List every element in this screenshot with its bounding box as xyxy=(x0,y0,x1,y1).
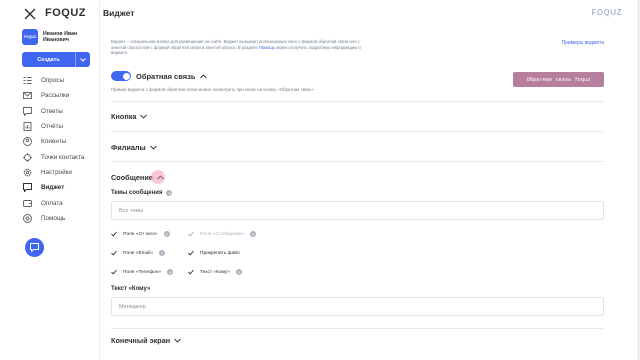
section-message-title: Сообщение xyxy=(111,173,153,182)
to-text-input[interactable]: Менеджер xyxy=(111,297,604,316)
sidebar-item-payment[interactable]: Оплата xyxy=(23,195,84,210)
sidebar-nav: Опросы Рассылки Ответы Отчёты Клиенты То… xyxy=(23,73,84,226)
create-button[interactable]: Создать xyxy=(22,52,90,67)
chevron-down-icon xyxy=(149,145,157,150)
section-divider xyxy=(111,161,604,162)
chevron-down-icon[interactable] xyxy=(75,52,90,67)
support-chat-button[interactable] xyxy=(25,238,44,257)
check-icon xyxy=(111,250,117,256)
feedback-toggle-row: Обратная связь xyxy=(111,71,208,81)
mouse-cursor-highlight xyxy=(151,170,165,184)
info-icon[interactable]: ? xyxy=(236,269,243,275)
chevron-down-icon xyxy=(174,338,182,343)
section-branches-title: Филиалы xyxy=(111,143,146,152)
info-icon[interactable]: ? xyxy=(166,190,173,196)
list-icon xyxy=(23,76,32,85)
sidebar-item-label: Клиенты xyxy=(41,138,67,146)
checkbox-attach-file[interactable]: Прикрепить файл xyxy=(188,250,240,256)
info-icon[interactable]: ? xyxy=(250,231,257,237)
section-end-screen-title: Конечный экран xyxy=(111,336,171,345)
users-icon xyxy=(23,137,32,147)
topics-label: Темы сообщения ? xyxy=(111,190,173,196)
sidebar-item-clients[interactable]: Клиенты xyxy=(23,134,84,149)
sidebar-item-label: Виджет xyxy=(41,184,65,192)
chat-bubble-icon xyxy=(30,243,39,252)
gear-icon xyxy=(23,168,32,177)
sidebar-item-widget[interactable]: Виджет xyxy=(23,180,84,195)
app-root: FOQUZ FOQUZ Иванов Иван Иванович Создать… xyxy=(0,0,640,360)
topics-label-text: Темы сообщения xyxy=(111,190,163,196)
brand-logo: FOQUZ xyxy=(591,8,622,17)
sidebar-item-help[interactable]: Помощь xyxy=(23,211,84,226)
checkbox-label: Поле «Email» xyxy=(123,250,154,256)
info-icon[interactable]: ? xyxy=(163,231,170,237)
logo: FOQUZ xyxy=(45,7,86,19)
info-icon[interactable]: ? xyxy=(167,269,174,275)
sidebar-item-label: Ответы xyxy=(41,107,63,115)
check-icon xyxy=(111,231,117,237)
sidebar-item-reports[interactable]: Отчёты xyxy=(23,119,84,134)
help-link[interactable]: Помощь xyxy=(259,45,275,50)
checkbox-to-text[interactable]: Текст «Кому» ? xyxy=(188,269,243,275)
sidebar-item-answers[interactable]: Ответы xyxy=(23,104,84,119)
chat-icon xyxy=(23,106,32,116)
feedback-toggle[interactable] xyxy=(111,71,131,81)
section-divider xyxy=(111,101,604,102)
info-icon[interactable]: ? xyxy=(159,250,166,256)
chevron-up-icon[interactable] xyxy=(200,73,208,79)
feedback-preview-button[interactable]: Обратная связь foquz xyxy=(513,72,604,87)
create-button-label: Создать xyxy=(37,56,60,63)
to-text-label: Текст «Кому» xyxy=(111,286,150,292)
checkbox-from[interactable]: Поле «От кого» ? xyxy=(111,231,170,237)
section-button[interactable]: Кнопка xyxy=(111,112,148,121)
section-branches[interactable]: Филиалы xyxy=(111,143,157,152)
checkbox-label: Поле «Телефон» xyxy=(123,269,162,275)
checkbox-label: Прикрепить файл xyxy=(200,250,240,256)
sidebar-item-label: Настройки xyxy=(41,168,72,176)
check-icon xyxy=(188,269,194,275)
sidebar-item-label: Точки контакта xyxy=(41,153,85,161)
sidebar: FOQUZ FOQUZ Иванов Иван Иванович Создать… xyxy=(0,0,100,360)
feedback-hint: Пример виджета с формой обратной связи м… xyxy=(111,87,314,92)
report-icon xyxy=(23,122,32,131)
checkbox-email[interactable]: Поле «Email» ? xyxy=(111,250,166,256)
checkbox-label: Поле «От кого» xyxy=(123,231,158,237)
chevron-down-icon xyxy=(140,114,148,119)
checkbox-message: Поле «Сообщение» ? xyxy=(188,231,257,237)
section-divider xyxy=(111,131,604,132)
sidebar-item-label: Помощь xyxy=(41,214,66,222)
user-profile[interactable]: FOQUZ Иванов Иван Иванович xyxy=(22,29,83,45)
checkbox-label: Поле «Сообщение» xyxy=(200,231,245,237)
check-icon xyxy=(188,231,194,237)
widget-icon xyxy=(23,183,32,193)
sidebar-item-label: Оплата xyxy=(41,199,63,207)
check-icon xyxy=(111,269,117,275)
page-title: Виджет xyxy=(103,8,135,18)
widget-examples-link[interactable]: Примеры виджета xyxy=(562,40,605,46)
check-icon xyxy=(188,250,194,256)
sidebar-item-label: Отчёты xyxy=(41,123,63,131)
mail-icon xyxy=(23,91,32,100)
sidebar-item-contact-points[interactable]: Точки контакта xyxy=(23,149,84,164)
avatar: FOQUZ xyxy=(22,29,38,45)
feedback-toggle-label: Обратная связь xyxy=(136,71,196,81)
wallet-icon xyxy=(23,199,32,208)
to-text-label-text: Текст «Кому» xyxy=(111,286,151,292)
section-button-title: Кнопка xyxy=(111,112,137,121)
checkbox-label: Текст «Кому» xyxy=(200,269,231,275)
intro-description: Виджет – специальная кнопка для размещен… xyxy=(111,39,371,56)
checkbox-phone[interactable]: Поле «Телефон» ? xyxy=(111,269,174,275)
sidebar-item-label: Опросы xyxy=(41,77,64,85)
sidebar-item-settings[interactable]: Настройки xyxy=(23,165,84,180)
help-icon xyxy=(23,213,32,223)
target-icon xyxy=(23,152,32,162)
sidebar-item-surveys[interactable]: Опросы xyxy=(23,73,84,88)
sidebar-item-mailings[interactable]: Рассылки xyxy=(23,88,84,103)
topics-select[interactable]: Все темы xyxy=(111,201,604,220)
close-icon[interactable] xyxy=(24,8,36,20)
sidebar-item-label: Рассылки xyxy=(41,92,70,100)
section-end-screen[interactable]: Конечный экран xyxy=(111,336,182,345)
user-name: Иванов Иван Иванович xyxy=(43,30,78,44)
section-divider xyxy=(111,328,604,329)
